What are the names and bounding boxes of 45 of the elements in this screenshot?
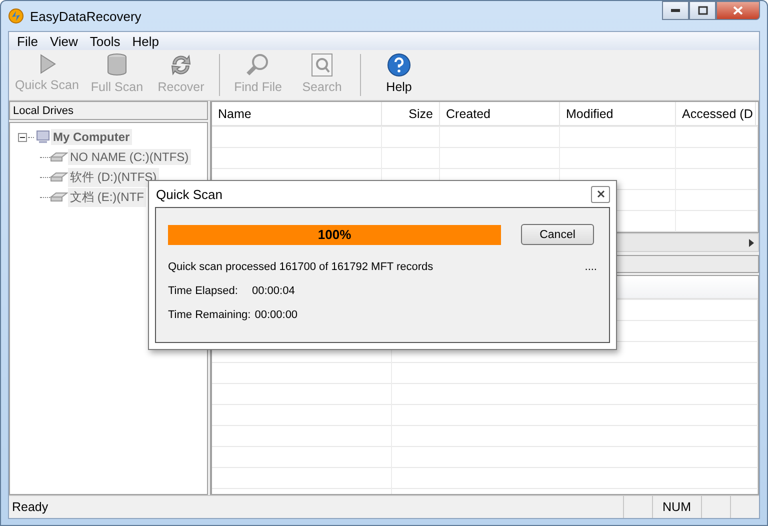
maximize-icon <box>698 6 708 15</box>
status-indicator: NUM <box>662 500 691 514</box>
document-search-icon <box>310 52 334 78</box>
menu-item[interactable]: View <box>44 34 84 48</box>
time-value: 00:00:00 <box>254 309 298 321</box>
column-header[interactable]: Name <box>212 102 382 125</box>
tree-item[interactable]: My Computer <box>51 129 132 145</box>
collapse-toggle[interactable] <box>18 132 27 142</box>
drive-icon <box>50 152 68 162</box>
time-value: 00:00:04 <box>252 285 295 297</box>
column-header[interactable]: Modified <box>560 102 676 125</box>
database-icon <box>104 52 129 78</box>
toolbar-button[interactable]: Help <box>367 50 432 100</box>
time-label: Time Elapsed: <box>168 285 239 297</box>
close-icon <box>596 190 604 198</box>
tree-item[interactable]: 文档 (E:)(NTF <box>68 188 146 206</box>
scan-status-text: Quick scan processed 161700 of 161792 MFT records <box>168 261 434 273</box>
drive-icon <box>50 192 68 202</box>
progress-dots: .... <box>584 261 597 273</box>
minimize-button[interactable] <box>662 1 689 20</box>
tree-item[interactable]: 软件 (D:)(NTFS) <box>68 168 159 186</box>
menu-item[interactable]: File <box>11 34 44 48</box>
pane-header: Local Drives <box>9 101 208 120</box>
progress-label: 100% <box>316 226 352 244</box>
close-button[interactable] <box>716 1 760 20</box>
cancel-button[interactable]: Cancel <box>521 224 594 245</box>
maximize-button[interactable] <box>689 1 716 20</box>
close-button[interactable] <box>591 186 610 202</box>
minimize-icon <box>671 9 680 12</box>
scroll-right-arrow-icon[interactable] <box>749 238 754 246</box>
app-logo-icon <box>8 8 24 24</box>
time-label: Time Remaining: <box>168 309 251 321</box>
tree-item[interactable]: NO NAME (C:)(NTFS) <box>68 149 191 165</box>
window-title: EasyDataRecovery <box>30 8 142 24</box>
close-icon <box>733 6 743 15</box>
menu-item[interactable]: Help <box>126 34 166 48</box>
dialog-title: Quick Scan <box>155 186 222 202</box>
menu-item[interactable]: Tools <box>84 34 126 48</box>
computer-icon <box>35 130 51 144</box>
column-header[interactable]: Created <box>440 102 560 125</box>
drive-icon <box>50 172 68 182</box>
column-header[interactable]: Accessed (D <box>676 102 756 125</box>
status-text: Ready <box>11 500 50 514</box>
help-icon <box>386 52 412 78</box>
column-header[interactable]: Size <box>382 102 440 125</box>
